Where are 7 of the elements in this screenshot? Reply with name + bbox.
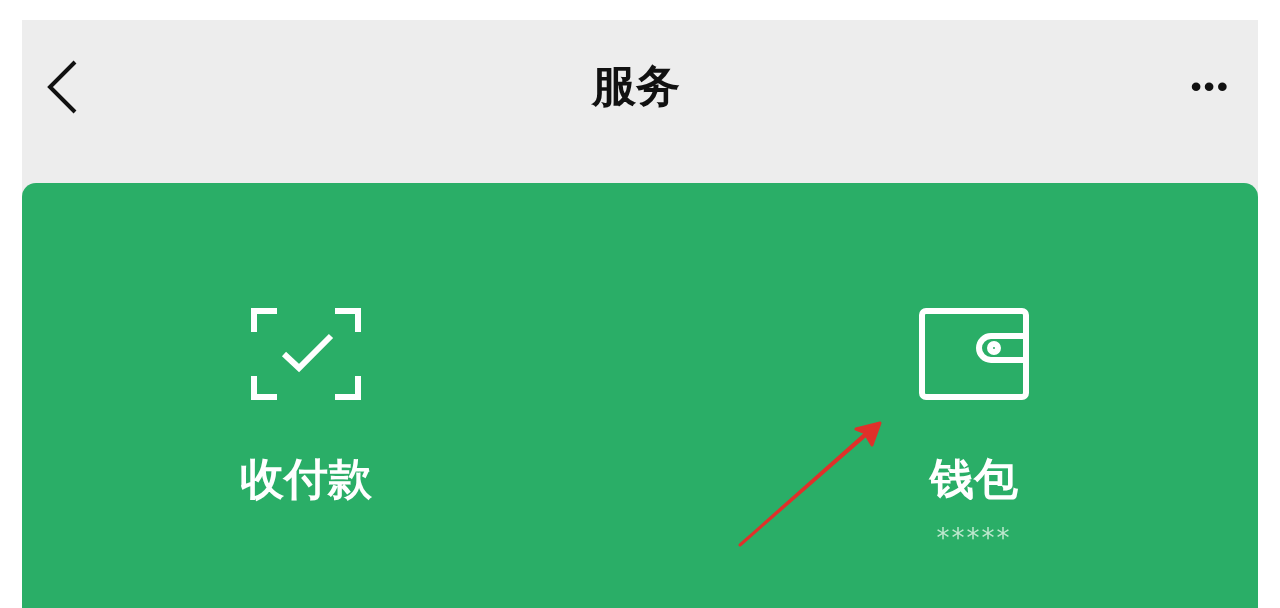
service-button[interactable]: 收付款 — [240, 450, 372, 509]
more-button[interactable]: ••• — [1190, 68, 1230, 105]
scan-check-icon — [251, 308, 361, 400]
balance-text: ***** — [936, 523, 1012, 553]
wallet-icon — [919, 308, 1029, 400]
page-title: 服务 — [592, 59, 681, 113]
service-button[interactable]: 钱包 — [930, 450, 1018, 509]
